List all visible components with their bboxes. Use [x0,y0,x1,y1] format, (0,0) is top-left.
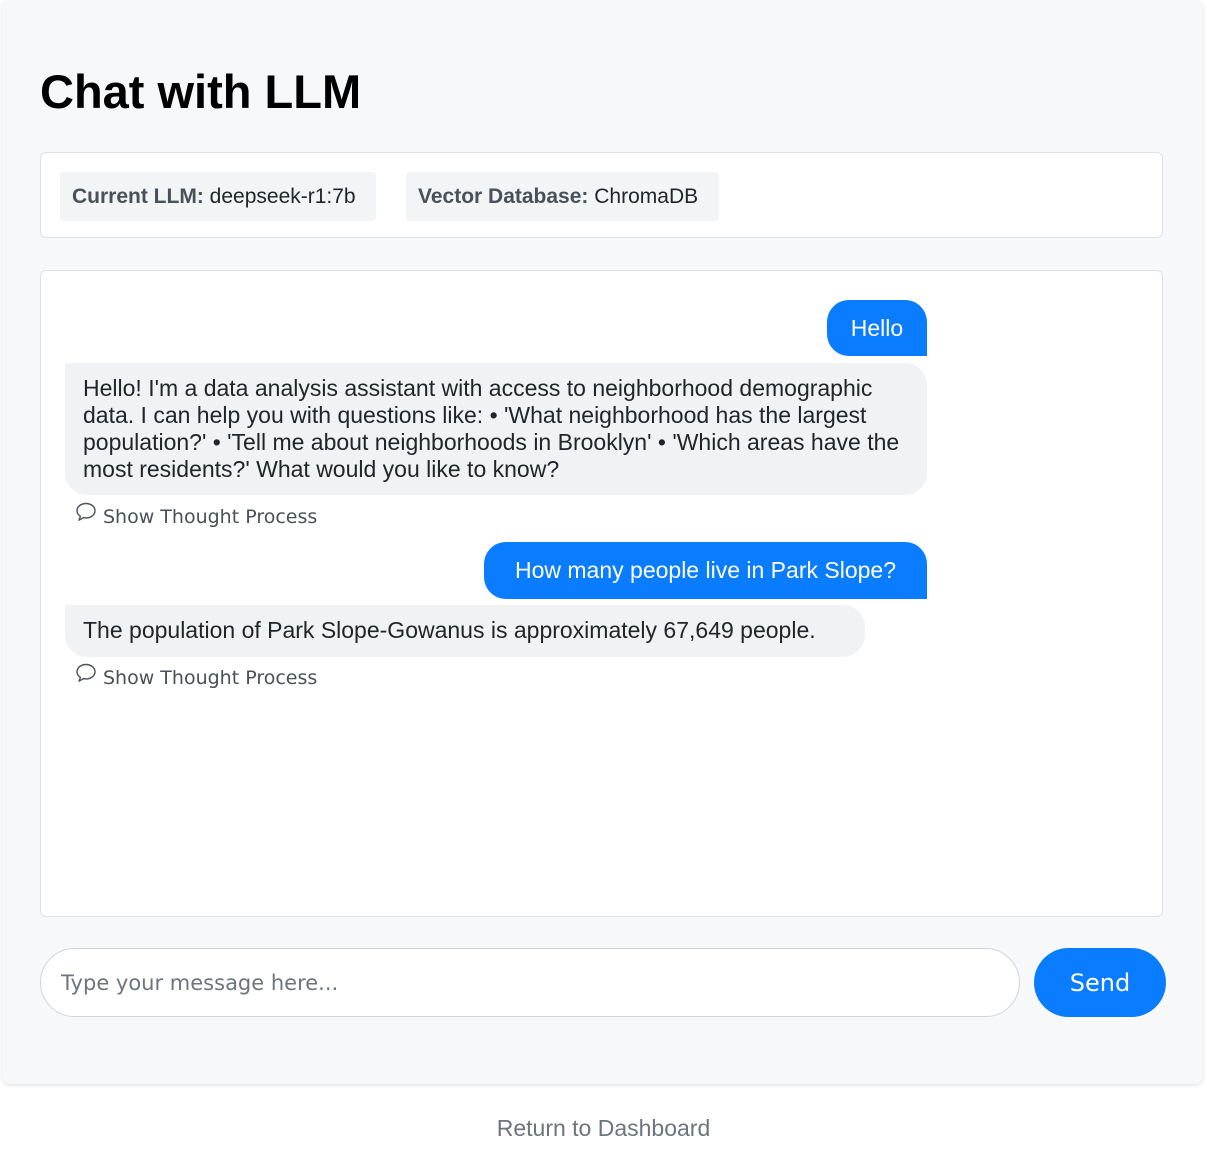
chat-messages-panel[interactable]: Hello Hello! I'm a data analysis assista… [40,270,1163,917]
page-title: Chat with LLM [40,65,362,118]
model-info-bar: Current LLM: deepseek-r1:7b Vector Datab… [40,152,1163,238]
vector-db-label: Vector Database: [418,185,589,208]
show-thought-process-toggle[interactable]: Show Thought Process [74,502,318,530]
message-input[interactable] [40,948,1020,1017]
show-thought-process-label: Show Thought Process [103,667,318,689]
thought-bubble-icon [74,661,98,692]
vector-db-chip: Vector Database: ChromaDB [406,172,719,221]
page: Chat with LLM Current LLM: deepseek-r1:7… [0,0,1207,1171]
show-thought-process-toggle[interactable]: Show Thought Process [74,663,318,691]
assistant-message: The population of Park Slope-Gowanus is … [65,605,865,657]
vector-db-value: ChromaDB [594,185,699,208]
current-llm-label: Current LLM: [72,185,204,208]
current-llm-chip: Current LLM: deepseek-r1:7b [60,172,376,221]
send-button[interactable]: Send [1034,948,1166,1017]
user-message: How many people live in Park Slope? [484,542,927,599]
return-to-dashboard-link[interactable]: Return to Dashboard [0,1113,1207,1143]
assistant-message: Hello! I'm a data analysis assistant wit… [65,363,927,495]
user-message: Hello [827,300,927,356]
thought-bubble-icon [74,500,98,531]
chat-card: Chat with LLM Current LLM: deepseek-r1:7… [2,0,1203,1084]
show-thought-process-label: Show Thought Process [103,506,318,528]
current-llm-value: deepseek-r1:7b [209,185,356,208]
